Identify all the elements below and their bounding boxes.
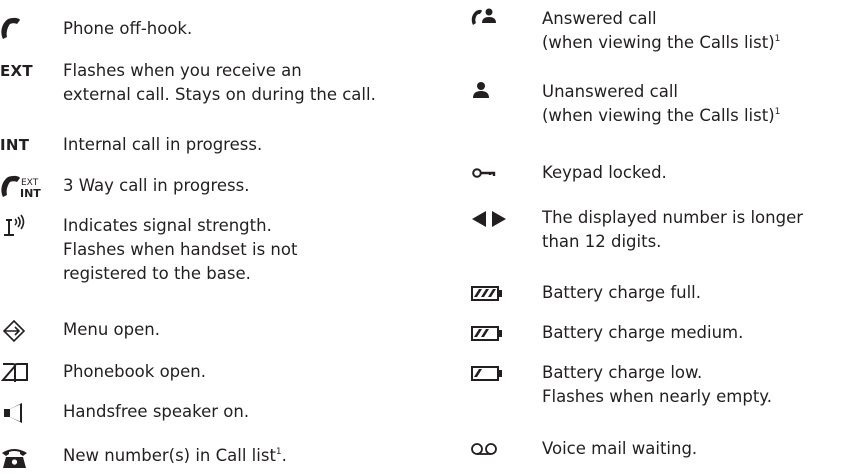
voicemail-icon <box>470 437 530 461</box>
battery-low-icon <box>470 361 530 385</box>
speaker-icon <box>0 400 60 424</box>
phonebook-icon <box>0 360 60 384</box>
three-way-call-icon: EXT INT <box>0 174 60 200</box>
telephone-icon <box>0 444 60 468</box>
menu-icon <box>0 318 60 343</box>
answered-call-icon <box>470 7 530 31</box>
battery-medium-icon <box>470 321 530 345</box>
unanswered-call-icon <box>470 80 530 104</box>
handset-icon <box>0 17 60 41</box>
battery-full-icon <box>470 281 530 305</box>
int-indicator: INT <box>0 136 30 154</box>
ext-indicator: EXT <box>0 62 33 80</box>
scroll-arrows-icon <box>470 206 530 230</box>
key-icon <box>470 161 530 185</box>
signal-strength-icon <box>0 214 60 238</box>
